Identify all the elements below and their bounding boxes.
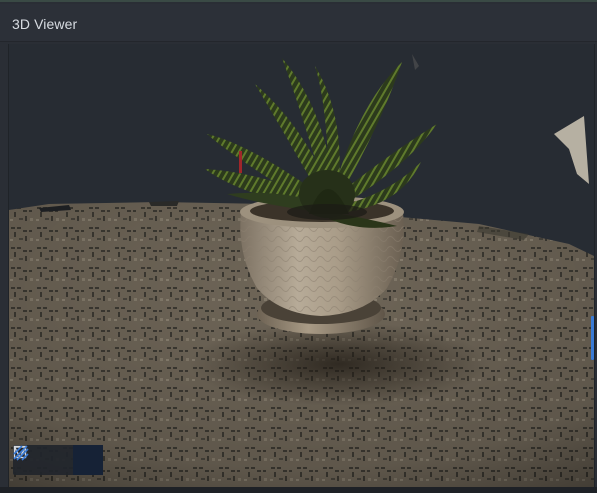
wireframe-toggle-button[interactable] <box>13 445 103 475</box>
3d-viewer-window: 3D Viewer <box>0 0 597 493</box>
window-title: 3D Viewer <box>12 16 78 32</box>
title-bar[interactable]: 3D Viewer <box>0 4 597 42</box>
scroll-indicator[interactable] <box>591 316 594 360</box>
hatch-pattern-icon <box>13 445 29 461</box>
scene-render <box>9 44 594 489</box>
window-bottom-edge <box>0 487 597 493</box>
3d-viewport[interactable] <box>8 44 595 489</box>
filter-button[interactable] <box>13 445 73 475</box>
view-toolbar <box>13 445 103 475</box>
